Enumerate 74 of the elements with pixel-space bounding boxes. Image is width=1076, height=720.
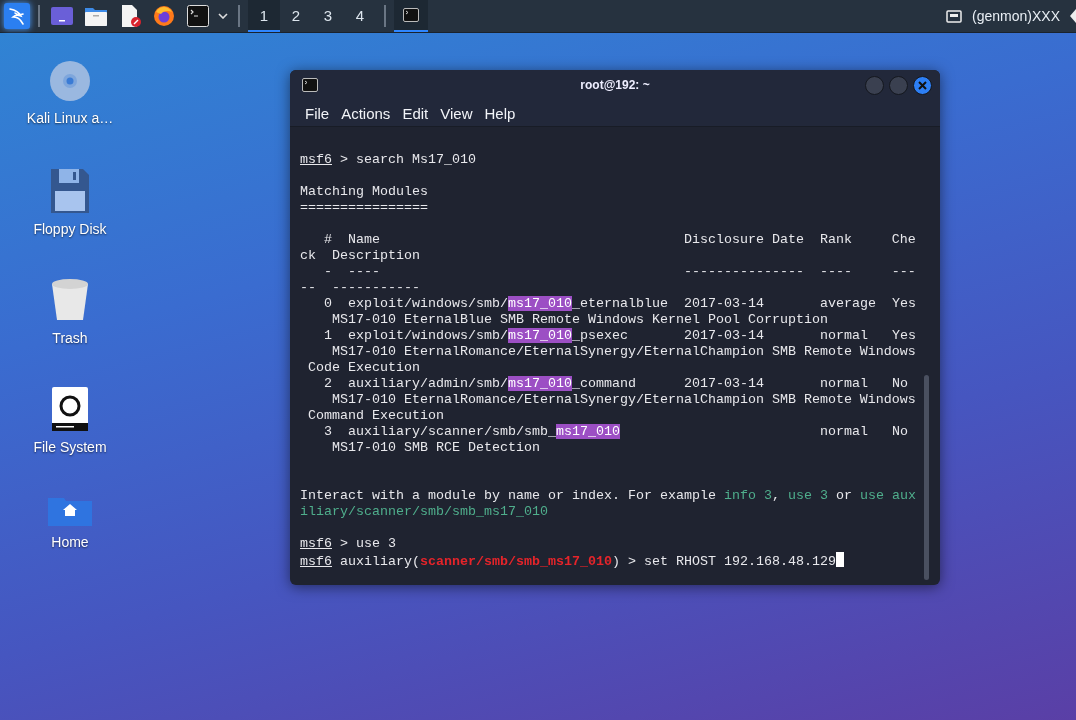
terminal-text: -- -----------: [300, 280, 420, 295]
hint-text: iliary/scanner/smb/smb_ms17_010: [300, 504, 548, 519]
terminal-text: auxiliary(: [339, 554, 420, 569]
menu-item[interactable]: Help: [479, 102, 521, 124]
terminal-text: > search Ms17_010: [339, 152, 476, 167]
desktop-icon-label[interactable]: File System: [33, 439, 107, 455]
terminal-icon: [302, 78, 318, 92]
terminal-text: Interact with a module by name or index. For example: [300, 488, 717, 503]
match-highlight: ms17_010: [507, 328, 572, 343]
terminal-text: normal No: [818, 424, 908, 439]
home-folder-icon[interactable]: [48, 496, 92, 526]
terminal-text: 1 exploit/windows/smb/: [323, 328, 508, 343]
menu-item[interactable]: Actions: [336, 102, 396, 124]
prompt-text: msf6: [300, 554, 332, 569]
speaker-icon[interactable]: [1070, 9, 1076, 23]
terminal-text: # Name Disclosure Date Rank Che: [323, 232, 916, 247]
hint-text: use 3: [787, 488, 828, 503]
terminal-text: 2 auxiliary/admin/smb/: [323, 376, 508, 391]
network-icon[interactable]: [946, 9, 963, 23]
hint-text: use aux: [859, 488, 916, 503]
terminal-text: MS17-010 EternalRomance/EternalSynergy/EternalChampion SMB Remote Windows: [331, 392, 916, 407]
prompt-text: msf6: [300, 152, 332, 167]
close-icon: [918, 80, 927, 90]
prompt-text: msf6: [300, 536, 332, 551]
menu-item[interactable]: File: [300, 102, 335, 124]
terminal-text: Code Execution: [307, 360, 420, 375]
trash-bin-icon[interactable]: [51, 278, 89, 322]
terminal-text: or: [834, 488, 853, 503]
terminal-text: > use 3: [339, 536, 396, 551]
scrollbar-thumb[interactable]: [924, 375, 929, 580]
match-highlight: ms17_010: [507, 296, 572, 311]
workspace-tab[interactable]: 2: [280, 0, 312, 32]
terminal-text: Command Execution: [307, 408, 444, 423]
menu-item[interactable]: Edit: [397, 102, 434, 124]
terminal-text: MS17-010 SMB RCE Detection: [331, 440, 540, 455]
text-cursor: [835, 552, 844, 567]
terminal-text: MS17-010 EternalRomance/EternalSynergy/EternalChampion SMB Remote Windows: [331, 344, 916, 359]
terminal-launcher[interactable]: [184, 2, 212, 30]
terminal-text: ================: [300, 200, 428, 215]
close-button[interactable]: [913, 75, 932, 95]
window-title: root@192: ~: [580, 78, 650, 92]
fox-globe-icon: [153, 5, 175, 27]
screen-icon: [51, 7, 73, 25]
genmon-text: (genmon)XXX: [972, 8, 1060, 24]
workspace-tab[interactable]: 4: [344, 0, 376, 32]
terminal-icon: [403, 8, 419, 22]
module-text: scanner/smb/smb_ms17_010: [420, 554, 612, 569]
terminal-icon: [187, 5, 209, 27]
hint-text: info 3: [723, 488, 772, 503]
desktop-icon-label[interactable]: Kali Linux a…: [26, 110, 114, 126]
terminal-text: _command 2017-03-14 normal No: [571, 376, 908, 391]
terminal-text: 0 exploit/windows/smb/: [323, 296, 508, 311]
app-menu-button[interactable]: [4, 3, 30, 29]
terminal-text: ) > set RHOST 192.168.48.129: [611, 554, 836, 569]
terminal-task-button[interactable]: [394, 0, 428, 32]
terminal-text: MS17-010 EternalBlue SMB Remote Windows Kernel Pool Corruption: [331, 312, 828, 327]
desktop-icon-label[interactable]: Trash: [52, 330, 88, 346]
caret-icon: [218, 13, 228, 19]
terminal-text: - ---- --------------- ---- ---: [323, 264, 916, 279]
workspace-tab[interactable]: 1: [248, 0, 280, 32]
terminal-text: _psexec 2017-03-14 normal Yes: [571, 328, 916, 343]
terminal-text: Matching Modules: [300, 184, 428, 199]
desktop-icon-label[interactable]: Home: [51, 534, 89, 550]
terminal-text: ,: [771, 488, 781, 503]
menu-item[interactable]: View: [435, 102, 478, 124]
document-icon: [119, 5, 141, 27]
desktop-icon-label[interactable]: Floppy Disk: [33, 221, 107, 237]
match-highlight: ms17_010: [507, 376, 572, 391]
hard-drive-icon[interactable]: [52, 387, 88, 431]
terminal-text: 3 auxiliary/scanner/smb/smb_: [323, 424, 556, 439]
terminal-text: ck Description: [300, 248, 420, 263]
folder-icon: [85, 6, 107, 26]
terminal-text: _eternalblue 2017-03-14 average Yes: [571, 296, 916, 311]
workspace-tab[interactable]: 3: [312, 0, 344, 32]
